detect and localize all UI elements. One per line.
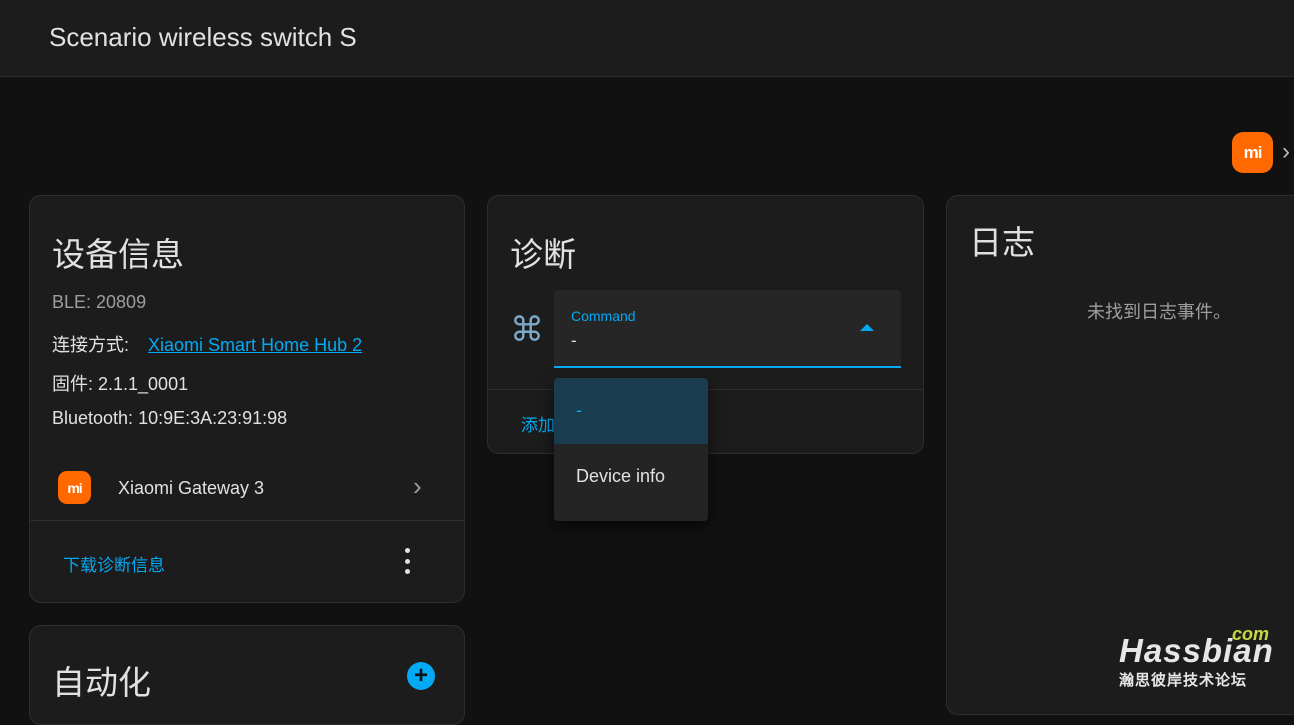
firmware-version: 固件: 2.1.1_0001 [52, 374, 189, 394]
connection-row: 连接方式: Xiaomi Smart Home Hub 2 [52, 331, 362, 357]
download-diagnostics-button[interactable]: 下载诊断信息 [63, 551, 165, 576]
top-app-bar: Scenario wireless switch S [0, 0, 1294, 77]
device-info-card: 设备信息 BLE: 20809 连接方式: Xiaomi Smart Home … [29, 195, 465, 603]
device-info-title: 设备信息 [52, 236, 184, 273]
connection-label: 连接方式: [52, 335, 130, 355]
command-select[interactable]: Command - [554, 290, 901, 368]
connection-link[interactable]: Xiaomi Smart Home Hub 2 [148, 335, 362, 355]
dropdown-option-label: - [576, 400, 582, 420]
more-vert-icon[interactable] [402, 548, 412, 574]
add-button[interactable]: 添加 [521, 411, 555, 436]
page-title: Scenario wireless switch S [49, 22, 357, 52]
bluetooth-address: Bluetooth: 10:9E:3A:23:91:98 [52, 408, 288, 428]
gateway-label: Xiaomi Gateway 3 [118, 478, 265, 498]
logbook-title: 日志 [969, 224, 1035, 261]
add-automation-icon[interactable]: + [407, 662, 435, 690]
watermark-logo: Hassbian [1119, 632, 1274, 669]
device-model: BLE: 20809 [52, 292, 147, 312]
command-icon: ⌘ [510, 311, 544, 349]
automation-card: 自动化 + [29, 625, 465, 725]
logbook-empty-text: 未找到日志事件。 [1087, 302, 1231, 322]
watermark-subtitle: 瀚思彼岸技术论坛 [1119, 672, 1248, 689]
xiaomi-gateway-icon: mi [58, 471, 91, 504]
dropdown-option-label: Device info [576, 466, 666, 486]
command-select-value: - [571, 331, 577, 350]
dropdown-arrow-icon[interactable] [860, 324, 874, 331]
dropdown-option[interactable]: Device info [554, 444, 708, 510]
brand-next-icon[interactable]: › [1282, 138, 1290, 166]
diagnostics-title: 诊断 [510, 236, 576, 273]
dropdown-option[interactable]: - [554, 378, 708, 444]
xiaomi-brand-logo[interactable]: mi [1232, 132, 1273, 173]
command-select-label: Command [571, 308, 636, 324]
command-dropdown-menu: - Device info [554, 378, 708, 521]
chevron-right-icon: › [413, 471, 422, 501]
gateway-row[interactable]: mi Xiaomi Gateway 3 › [30, 461, 464, 521]
